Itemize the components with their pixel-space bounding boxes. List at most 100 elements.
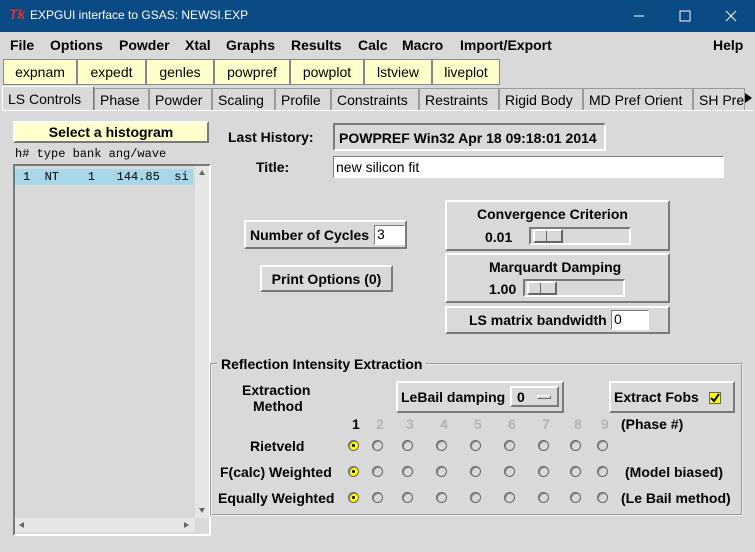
extraction-radio-phase-8[interactable] [570, 492, 581, 503]
powpref-button[interactable]: powpref [214, 59, 290, 85]
cycles-label: Number of Cycles [250, 227, 370, 243]
tab-sh-pref[interactable]: SH Pref [693, 88, 745, 110]
phase-number: 8 [574, 416, 582, 432]
extraction-radio-phase-5[interactable] [470, 492, 481, 503]
menu-calc[interactable]: Calc [358, 37, 388, 53]
extraction-radio-phase-2[interactable] [372, 440, 383, 451]
extraction-radio-phase-7[interactable] [538, 440, 549, 451]
extraction-radio-phase-7[interactable] [538, 466, 549, 477]
tab-scroll-right-icon[interactable] [744, 92, 753, 104]
genles-button[interactable]: genles [146, 59, 214, 85]
print-options-label: Print Options (0) [271, 270, 382, 287]
tab-md-pref-orient[interactable]: MD Pref Orient [583, 88, 693, 110]
tab-profile[interactable]: Profile [275, 88, 331, 110]
menu-help[interactable]: Help [713, 37, 743, 53]
tab-phase[interactable]: Phase [94, 88, 149, 110]
extraction-radio-phase-9[interactable] [597, 492, 608, 503]
convergence-slider-thumb[interactable] [533, 229, 563, 243]
extraction-radio-phase-4[interactable] [436, 492, 447, 503]
scroll-up-icon[interactable] [198, 169, 206, 177]
extraction-radio-phase-9[interactable] [597, 440, 608, 451]
marquardt-slider-thumb[interactable] [527, 281, 557, 295]
expnam-button[interactable]: expnam [3, 59, 77, 85]
scroll-down-icon[interactable] [198, 506, 206, 514]
extraction-method-label-line1: Extraction [242, 382, 311, 398]
extraction-radio-phase-6[interactable] [504, 440, 515, 451]
menu-xtal[interactable]: Xtal [185, 37, 211, 53]
extraction-radio-phase-8[interactable] [570, 466, 581, 477]
lstview-button[interactable]: lstview [364, 59, 432, 85]
minimize-button[interactable] [616, 0, 662, 32]
close-button[interactable] [708, 0, 754, 32]
convergence-value: 0.01 [485, 229, 513, 245]
histogram-list[interactable]: 1 NT 1 144.85 si [13, 164, 211, 536]
extraction-method-row-note: (Model biased) [625, 464, 724, 480]
cycles-input[interactable]: 3 [374, 225, 405, 245]
extraction-radio-phase-3[interactable] [402, 492, 413, 503]
extraction-radio-phase-3[interactable] [402, 440, 413, 451]
maximize-button[interactable] [662, 0, 708, 32]
extraction-radio-phase-2[interactable] [372, 492, 383, 503]
phase-number-note: (Phase #) [621, 416, 684, 432]
menu-file[interactable]: File [10, 37, 34, 53]
extraction-radio-phase-1[interactable] [348, 492, 359, 503]
menu-import-export[interactable]: Import/Export [460, 37, 552, 53]
liveplot-button[interactable]: liveplot [432, 59, 500, 85]
tab-restraints[interactable]: Restraints [419, 88, 499, 110]
title-label: Title: [256, 159, 290, 175]
marquardt-slider[interactable] [523, 279, 625, 297]
phase-number: 3 [406, 416, 414, 432]
histogram-vertical-scrollbar[interactable] [195, 166, 209, 518]
extraction-radio-phase-1[interactable] [348, 440, 359, 451]
menu-options[interactable]: Options [50, 37, 103, 53]
phase-number: 2 [376, 416, 384, 432]
extraction-radio-phase-2[interactable] [372, 466, 383, 477]
extraction-radio-phase-4[interactable] [436, 466, 447, 477]
extraction-method-row-label: F(calc) Weighted [220, 464, 332, 480]
lebail-damping-menu[interactable]: 0 [510, 386, 559, 407]
tab-ls-controls[interactable]: LS Controls [2, 86, 94, 110]
histogram-horizontal-scrollbar[interactable] [15, 518, 195, 532]
extraction-group-title: Reflection Intensity Extraction [217, 356, 427, 372]
menu-macro[interactable]: Macro [402, 37, 443, 53]
tab-scaling[interactable]: Scaling [212, 88, 275, 110]
expedt-button[interactable]: expedt [77, 59, 146, 85]
menu-graphs[interactable]: Graphs [226, 37, 275, 53]
extract-fobs-checkbox[interactable] [709, 392, 721, 404]
print-options-button[interactable]: Print Options (0) [260, 265, 393, 292]
select-histogram-button[interactable]: Select a histogram [13, 121, 209, 143]
scroll-right-icon[interactable] [182, 521, 190, 529]
scroll-left-icon[interactable] [18, 521, 26, 529]
tk-app-icon: Tk [9, 6, 26, 22]
histogram-row[interactable]: 1 NT 1 144.85 si [15, 169, 193, 185]
minimize-icon [634, 15, 644, 17]
menu-results[interactable]: Results [291, 37, 342, 53]
phase-number: 4 [440, 416, 448, 432]
extraction-radio-phase-1[interactable] [348, 466, 359, 477]
bandwidth-input[interactable]: 0 [611, 310, 649, 330]
extraction-radio-phase-9[interactable] [597, 466, 608, 477]
window-title: EXPGUI interface to GSAS: NEWSI.EXP [30, 8, 249, 22]
histogram-row-text: 1 NT 1 144.85 si [23, 170, 189, 184]
extraction-radio-phase-6[interactable] [504, 466, 515, 477]
title-bar[interactable]: Tk EXPGUI interface to GSAS: NEWSI.EXP [0, 0, 755, 32]
extraction-radio-phase-6[interactable] [504, 492, 515, 503]
extraction-method-row-label: Rietveld [250, 438, 305, 454]
tab-rigid-body[interactable]: Rigid Body [499, 88, 583, 110]
powplot-button[interactable]: powplot [290, 59, 364, 85]
extraction-radio-phase-3[interactable] [402, 466, 413, 477]
extraction-radio-phase-5[interactable] [470, 440, 481, 451]
convergence-label: Convergence Criterion [477, 206, 628, 222]
extraction-radio-phase-7[interactable] [538, 492, 549, 503]
bandwidth-group: LS matrix bandwidth 0 [445, 306, 670, 334]
convergence-slider[interactable] [529, 227, 631, 245]
phase-number: 7 [542, 416, 550, 432]
last-history-label: Last History: [228, 129, 314, 145]
tab-powder[interactable]: Powder [149, 88, 212, 110]
extraction-radio-phase-4[interactable] [436, 440, 447, 451]
tab-constraints[interactable]: Constraints [331, 88, 419, 110]
menu-powder[interactable]: Powder [119, 37, 170, 53]
extraction-radio-phase-5[interactable] [470, 466, 481, 477]
extraction-radio-phase-8[interactable] [570, 440, 581, 451]
title-input[interactable]: new silicon fit [333, 156, 724, 178]
